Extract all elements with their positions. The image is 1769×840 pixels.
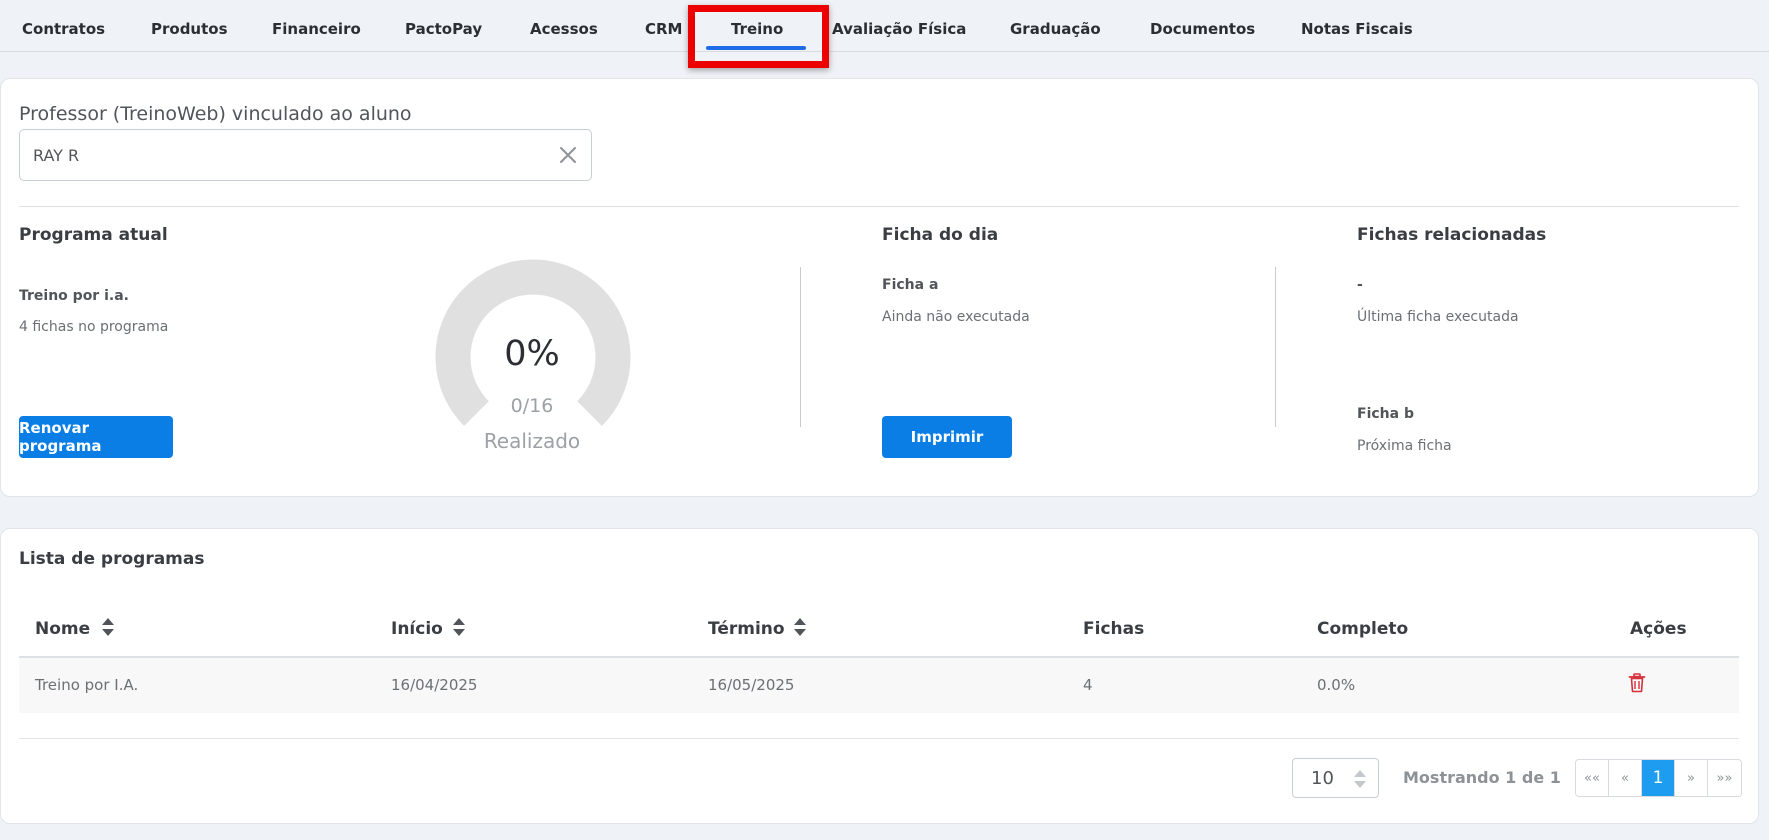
active-tab-indicator xyxy=(706,46,806,50)
progress-percent: 0% xyxy=(504,334,560,374)
cell-termino: 16/05/2025 xyxy=(708,676,795,694)
page-1-button[interactable]: 1 xyxy=(1642,760,1675,796)
table-footer-divider xyxy=(19,738,1739,739)
renovar-programa-button[interactable]: Renovar programa xyxy=(19,416,173,458)
program-summary-card: Professor (TreinoWeb) vinculado ao aluno… xyxy=(0,78,1759,497)
column-divider xyxy=(800,267,801,427)
tab-crm[interactable]: CRM xyxy=(645,20,683,38)
column-divider xyxy=(1275,267,1276,427)
cell-fichas: 4 xyxy=(1083,676,1093,694)
pagination: «« « 1 » »» xyxy=(1575,759,1742,797)
tab-contratos[interactable]: Contratos xyxy=(22,20,105,38)
professor-value: RAY R xyxy=(33,146,80,165)
tab-graduacao[interactable]: Graduação xyxy=(1010,20,1101,38)
tabs-bar: Contratos Produtos Financeiro PactoPay A… xyxy=(0,0,1769,52)
column-header-fichas: Fichas xyxy=(1083,619,1145,639)
tab-produtos[interactable]: Produtos xyxy=(151,20,228,38)
pagination-info: Mostrando 1 de 1 xyxy=(1403,768,1561,787)
progress-count: 0/16 xyxy=(510,395,554,417)
ficha-do-dia-status: Ainda não executada xyxy=(882,309,1030,325)
sort-icon[interactable] xyxy=(793,616,807,638)
cell-inicio: 16/04/2025 xyxy=(391,676,478,694)
ficha-do-dia-title: Ficha do dia xyxy=(882,225,999,245)
imprimir-button[interactable]: Imprimir xyxy=(882,416,1012,458)
cell-completo: 0.0% xyxy=(1317,676,1356,694)
program-list-card: Lista de programas Nome Início Término F… xyxy=(0,528,1759,824)
column-header-completo: Completo xyxy=(1317,619,1409,639)
column-header-nome[interactable]: Nome xyxy=(35,619,90,639)
next-ficha-value: Ficha b xyxy=(1357,406,1414,422)
sort-icon[interactable] xyxy=(101,616,115,638)
last-ficha-label: Última ficha executada xyxy=(1357,309,1519,325)
last-page-button[interactable]: »» xyxy=(1708,760,1741,796)
next-ficha-label: Próxima ficha xyxy=(1357,438,1452,454)
tab-financeiro[interactable]: Financeiro xyxy=(272,20,361,38)
column-header-acoes: Ações xyxy=(1630,619,1687,639)
prev-page-button[interactable]: « xyxy=(1609,760,1642,796)
next-page-button[interactable]: » xyxy=(1675,760,1708,796)
tab-documentos[interactable]: Documentos xyxy=(1150,20,1255,38)
column-header-termino[interactable]: Término xyxy=(708,619,785,639)
professor-label: Professor (TreinoWeb) vinculado ao aluno xyxy=(19,103,412,125)
trash-icon[interactable] xyxy=(1628,673,1646,693)
programa-atual-title: Programa atual xyxy=(19,225,168,245)
sort-icon[interactable] xyxy=(452,616,466,638)
last-ficha-value: - xyxy=(1357,277,1363,293)
tab-pactopay[interactable]: PactoPay xyxy=(405,20,482,38)
program-name: Treino por i.a. xyxy=(19,288,129,304)
column-header-inicio[interactable]: Início xyxy=(391,619,443,639)
professor-select[interactable]: RAY R xyxy=(19,129,592,181)
tab-acessos[interactable]: Acessos xyxy=(530,20,598,38)
stepper-icon[interactable] xyxy=(1353,768,1367,790)
first-page-button[interactable]: «« xyxy=(1576,760,1609,796)
tab-avaliacao-fisica[interactable]: Avaliação Física xyxy=(832,20,966,38)
progress-label: Realizado xyxy=(483,429,581,453)
table-row xyxy=(19,658,1739,713)
fichas-relacionadas-title: Fichas relacionadas xyxy=(1357,225,1547,245)
page-size-value: 10 xyxy=(1311,768,1334,789)
tab-notas-fiscais[interactable]: Notas Fiscais xyxy=(1301,20,1413,38)
clear-icon[interactable] xyxy=(557,144,579,166)
page-size-select[interactable]: 10 xyxy=(1292,758,1379,798)
lista-programas-title: Lista de programas xyxy=(19,549,205,569)
program-fichas-count: 4 fichas no programa xyxy=(19,319,169,335)
cell-nome: Treino por I.A. xyxy=(35,676,139,694)
tab-treino[interactable]: Treino xyxy=(731,20,783,38)
ficha-do-dia-name: Ficha a xyxy=(882,277,939,293)
section-divider xyxy=(19,206,1739,207)
